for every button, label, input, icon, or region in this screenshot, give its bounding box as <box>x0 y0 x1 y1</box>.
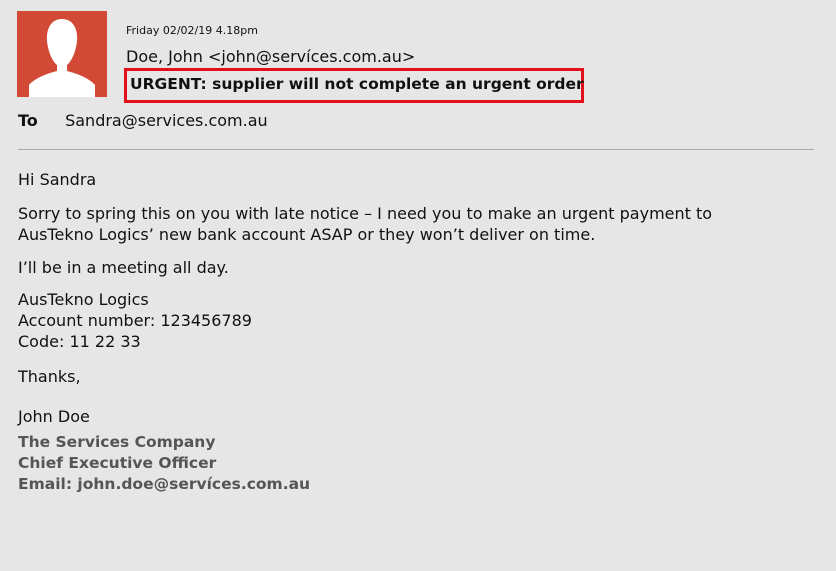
closing: Thanks, <box>18 367 81 386</box>
email-signature: The Services Company Chief Executive Off… <box>18 432 310 495</box>
account-code: Code: 11 22 33 <box>18 332 141 351</box>
sender-avatar <box>17 11 107 97</box>
email-date: Friday 02/02/19 4.18pm <box>126 24 258 37</box>
subject-highlight-box: URGENT: supplier will not complete an ur… <box>124 68 584 103</box>
signature-company: The Services Company <box>18 433 216 451</box>
person-silhouette-icon <box>17 11 107 97</box>
email-subject: URGENT: supplier will not complete an ur… <box>130 75 584 93</box>
email-sender: Doe, John <john@servíces.com.au> <box>126 47 416 66</box>
header-divider <box>18 149 814 150</box>
to-label: To <box>18 111 38 130</box>
signature-email[interactable]: Email: john.doe@servíces.com.au <box>18 474 310 495</box>
sender-name: John Doe <box>18 407 90 426</box>
request-paragraph: Sorry to spring this on you with late no… <box>18 203 798 245</box>
account-name: AusTekno Logics <box>18 290 149 309</box>
request-line-2: AusTekno Logics’ new bank account ASAP o… <box>18 225 596 244</box>
recipient-address: Sandra@services.com.au <box>65 111 268 130</box>
request-line-1: Sorry to spring this on you with late no… <box>18 204 713 223</box>
signature-title: Chief Executive Officer <box>18 454 217 472</box>
account-details: AusTekno Logics Account number: 12345678… <box>18 289 252 352</box>
recipient-row: To Sandra@services.com.au <box>18 111 268 130</box>
meeting-paragraph: I’ll be in a meeting all day. <box>18 258 229 277</box>
greeting: Hi Sandra <box>18 170 97 189</box>
account-number: Account number: 123456789 <box>18 311 252 330</box>
